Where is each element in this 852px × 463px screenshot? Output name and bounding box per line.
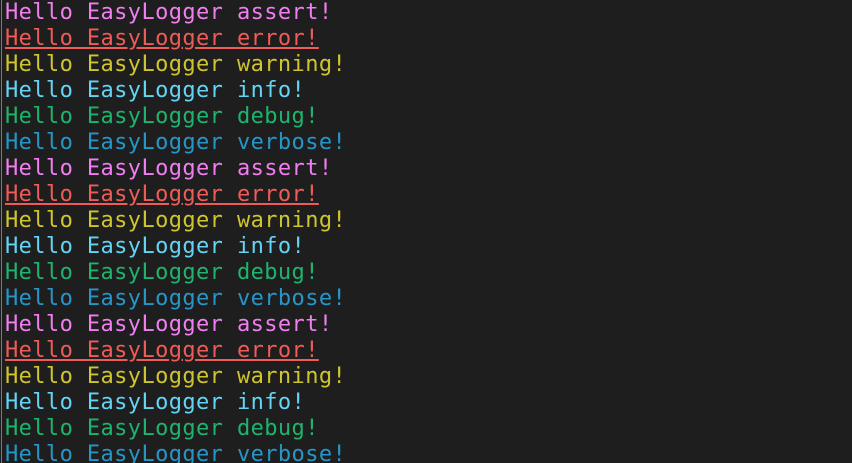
log-line-warning: Hello EasyLogger warning! [5,364,347,389]
log-line-verbose: Hello EasyLogger verbose! [5,286,347,311]
log-line-warning: Hello EasyLogger warning! [5,208,347,233]
log-line-assert: Hello EasyLogger assert! [5,312,333,337]
log-line-info: Hello EasyLogger info! [5,390,306,415]
log-line-error: Hello EasyLogger error! [5,26,319,51]
log-line-verbose: Hello EasyLogger verbose! [5,130,347,155]
log-line-info: Hello EasyLogger info! [5,78,306,103]
terminal-output: Hello EasyLogger assert! Hello EasyLogge… [0,0,852,463]
log-line-info: Hello EasyLogger info! [5,234,306,259]
log-line-assert: Hello EasyLogger assert! [5,0,333,25]
log-line-error: Hello EasyLogger error! [5,338,319,363]
log-line-assert: Hello EasyLogger assert! [5,156,333,181]
log-line-debug: Hello EasyLogger debug! [5,416,319,441]
log-line-debug: Hello EasyLogger debug! [5,104,319,129]
log-line-error: Hello EasyLogger error! [5,182,319,207]
log-line-debug: Hello EasyLogger debug! [5,260,319,285]
text-cursor [1,0,2,463]
log-line-warning: Hello EasyLogger warning! [5,52,347,77]
log-line-verbose: Hello EasyLogger verbose! [5,442,347,463]
